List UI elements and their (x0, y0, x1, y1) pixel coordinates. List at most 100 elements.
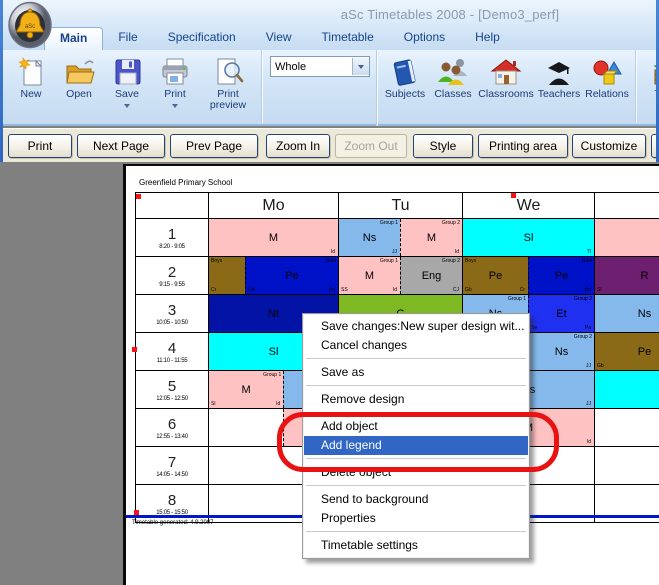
cell-note: Group 1 (380, 220, 398, 226)
combo-dropdown-arrow-icon[interactable] (352, 58, 369, 75)
save-dropdown-arrow-icon[interactable] (124, 104, 130, 108)
period-time: 11:10 - 11:55 (157, 358, 188, 364)
day-cell-c4: PeBoGb (594, 333, 659, 370)
period-cell: 612:55 - 13:40 (136, 409, 208, 446)
classes-button-label: Classes (434, 88, 471, 100)
print-page-button[interactable]: Print (8, 134, 72, 158)
subject-label: Et (556, 308, 566, 320)
new-button[interactable]: New (7, 53, 55, 102)
lesson-cell[interactable]: MGroup 1SSId (339, 257, 400, 294)
cell-note: Group 2 (574, 334, 592, 340)
tab-view[interactable]: View (251, 27, 307, 50)
zoom-in-button[interactable]: Zoom In (266, 134, 330, 158)
day-header-mo: Mo (208, 193, 338, 218)
menu-item-save-as[interactable]: Save as (304, 363, 528, 382)
print-button[interactable]: Print (151, 53, 199, 113)
selection-handle[interactable] (511, 193, 516, 198)
app-logo-bell-icon[interactable]: aSc (7, 1, 54, 49)
cell-note: Id (587, 439, 591, 445)
view-mode-select[interactable]: Whole (270, 56, 370, 77)
period-cell: 18:20 - 9:05 (136, 219, 208, 256)
cell-note: Tl (587, 249, 591, 255)
tab-timetable[interactable]: Timetable (307, 27, 389, 50)
cell-note: Id (455, 249, 459, 255)
menu-item-remove-design[interactable]: Remove design (304, 390, 528, 409)
print-dropdown-arrow-icon[interactable] (172, 104, 178, 108)
lesson-cell[interactable]: NsGroup 2JJ (528, 333, 594, 370)
day-header-tu: Tu (338, 193, 462, 218)
ribbon-group-view: Whole (262, 50, 377, 126)
selection-handle[interactable] (134, 510, 139, 515)
cell-note: Sl (211, 401, 215, 407)
period-time: 10:05 - 10:50 (156, 320, 187, 326)
lesson-cell[interactable]: PeBoGb (595, 333, 659, 370)
window-frame-left (0, 0, 3, 162)
lesson-cell[interactable]: RGrouSl (595, 257, 659, 294)
cell-note: Group 1 (508, 296, 526, 302)
menu-item-delete-object[interactable]: Delete object (304, 463, 528, 482)
open-button[interactable]: Open (55, 53, 103, 102)
lesson-cell[interactable]: MGroup 2Id (400, 219, 462, 256)
menu-separator (306, 385, 526, 387)
lesson-cell[interactable] (595, 219, 659, 256)
lesson-cell[interactable]: BoysCr (209, 257, 245, 294)
menu-item-add-legend[interactable]: Add legend (304, 436, 528, 455)
day-cell-c4 (594, 371, 659, 408)
cell-note: Group 2 (442, 258, 460, 264)
lesson-cell[interactable]: MId (209, 219, 338, 256)
ribbon-tabs: Main File Specification View Timetable O… (44, 27, 515, 50)
generated-note: Timetable generated: 4.9.2007 (132, 520, 214, 526)
menu-item-send-to-background[interactable]: Send to background (304, 490, 528, 509)
relations-button-label: Relations (585, 88, 629, 100)
lesson-cell[interactable]: EtGroup 2SePa (528, 295, 594, 332)
printing-area-button[interactable]: Printing area (478, 134, 568, 158)
new-button-label: New (20, 88, 41, 100)
prev-page-button[interactable]: Prev Page (170, 134, 258, 158)
lesson-cell[interactable]: EngGroup 2CJ (400, 257, 462, 294)
lesson-cell[interactable]: PeBoysGbCr (463, 257, 528, 294)
relations-shapes-icon (584, 55, 630, 89)
lesson-cell[interactable]: PeGirlsGbBo (245, 257, 338, 294)
cell-note: Se (531, 325, 537, 331)
timetable-row: 18:20 - 9:05MIdNsGroup 1JJMGroup 2Id Sl Tl (136, 218, 659, 256)
ribbon-group-file: New Open Save Print (3, 50, 262, 123)
menu-item-add-object[interactable]: Add object (304, 417, 528, 436)
subject-label: M (242, 384, 251, 396)
tab-specification[interactable]: Specification (153, 27, 251, 50)
lesson-cell[interactable]: NsGroup 1JJ (339, 219, 400, 256)
lesson-cell[interactable]: MGroup 1SlId (209, 371, 283, 408)
cell-note: JJ (586, 401, 591, 407)
classrooms-button[interactable]: Classrooms (477, 53, 535, 102)
next-page-button[interactable]: Next Page (77, 134, 165, 158)
lesson-cell[interactable] (209, 409, 283, 446)
lesson-cell[interactable]: NsGrou (595, 295, 659, 332)
lesson-cell[interactable] (595, 371, 659, 408)
lesson-cell[interactable] (595, 409, 659, 446)
style-button[interactable]: Style (413, 134, 473, 158)
menu-item-save-changes[interactable]: Save changes:New super design wit... (304, 317, 528, 336)
customize-button[interactable]: Customize (572, 134, 646, 158)
print-preview-button[interactable]: Print preview (199, 53, 257, 113)
subjects-button[interactable]: Subjects (381, 53, 429, 102)
menu-item-timetable-settings[interactable]: Timetable settings (304, 536, 528, 555)
subject-label: Sl (524, 232, 534, 244)
tab-help[interactable]: Help (460, 27, 515, 50)
lesson-cell[interactable]: Sl Tl (463, 219, 594, 256)
tab-options[interactable]: Options (389, 27, 460, 50)
teachers-button[interactable]: Teachers (535, 53, 583, 102)
day-cell-mo: BoysCrPeGirlsGbBo (208, 257, 338, 294)
menu-item-cancel-changes[interactable]: Cancel changes (304, 336, 528, 355)
selection-handle[interactable] (132, 347, 137, 352)
menu-item-properties[interactable]: Properties (304, 509, 528, 528)
lesson-cell[interactable]: PeGirlsBo (528, 257, 594, 294)
save-button[interactable]: Save (103, 53, 151, 113)
lesson-cell[interactable] (595, 447, 659, 484)
subject-label: Pe (489, 270, 502, 282)
tab-file[interactable]: File (103, 27, 152, 50)
period-cell: 512:05 - 12:50 (136, 371, 208, 408)
subject-label: Ns (638, 308, 651, 320)
classes-button[interactable]: Classes (429, 53, 477, 102)
relations-button[interactable]: Relations (583, 53, 631, 102)
selection-handle[interactable] (136, 194, 141, 199)
classrooms-button-label: Classrooms (478, 88, 533, 100)
